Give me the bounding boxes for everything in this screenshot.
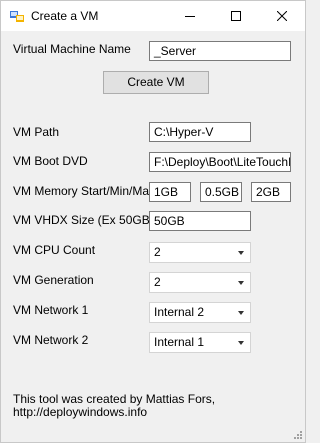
window-title: Create a VM bbox=[31, 9, 99, 23]
vm-memory-start-input[interactable]: 1GB bbox=[149, 182, 191, 202]
credits-text: This tool was created by Mattias Fors, h… bbox=[13, 393, 215, 419]
vm-boot-dvd-input[interactable]: F:\Deploy\Boot\LiteTouchPE bbox=[149, 152, 291, 172]
vm-name-label: Virtual Machine Name bbox=[13, 42, 131, 56]
chevron-down-icon bbox=[238, 251, 244, 255]
minimize-icon bbox=[185, 16, 195, 17]
title-bar[interactable]: Create a VM bbox=[1, 1, 305, 31]
minimize-button[interactable] bbox=[167, 1, 213, 31]
close-button[interactable] bbox=[259, 1, 305, 31]
vm-vhdx-label: VM VHDX Size (Ex 50GB) bbox=[13, 213, 154, 227]
vm-memory-max-input[interactable]: 2GB bbox=[251, 182, 291, 202]
vm-generation-select[interactable]: 2 bbox=[149, 272, 251, 293]
vm-network2-select[interactable]: Internal 1 bbox=[149, 332, 251, 353]
resize-grip-icon[interactable] bbox=[292, 429, 302, 439]
vm-boot-dvd-label: VM Boot DVD bbox=[13, 154, 88, 168]
maximize-icon bbox=[231, 11, 241, 21]
vm-vhdx-input[interactable]: 50GB bbox=[149, 211, 251, 231]
vm-cpu-label: VM CPU Count bbox=[13, 243, 96, 257]
create-vm-window: Create a VM Virtual Machine Name _Server… bbox=[0, 0, 306, 443]
vm-network1-label: VM Network 1 bbox=[13, 303, 89, 317]
vm-network2-value: Internal 1 bbox=[154, 335, 205, 349]
maximize-button[interactable] bbox=[213, 1, 259, 31]
vm-memory-label: VM Memory Start/Min/Max bbox=[13, 184, 156, 198]
vm-generation-value: 2 bbox=[154, 275, 161, 289]
vm-path-label: VM Path bbox=[13, 125, 60, 139]
chevron-down-icon bbox=[238, 281, 244, 285]
vm-memory-min-input[interactable]: 0.5GB bbox=[200, 182, 242, 202]
vm-network1-select[interactable]: Internal 2 bbox=[149, 302, 251, 323]
vm-path-input[interactable]: C:\Hyper-V bbox=[149, 122, 251, 142]
vm-network1-value: Internal 2 bbox=[154, 305, 205, 319]
vm-name-input[interactable]: _Server bbox=[149, 41, 291, 61]
create-vm-button[interactable]: Create VM bbox=[103, 71, 209, 94]
credits-url: http://deploywindows.info bbox=[13, 405, 148, 419]
vm-cpu-value: 2 bbox=[154, 245, 161, 259]
app-icon bbox=[10, 11, 24, 22]
vm-cpu-select[interactable]: 2 bbox=[149, 242, 251, 263]
vm-network2-label: VM Network 2 bbox=[13, 333, 89, 347]
chevron-down-icon bbox=[238, 311, 244, 315]
close-icon bbox=[277, 11, 287, 21]
vm-generation-label: VM Generation bbox=[13, 273, 94, 287]
chevron-down-icon bbox=[238, 341, 244, 345]
